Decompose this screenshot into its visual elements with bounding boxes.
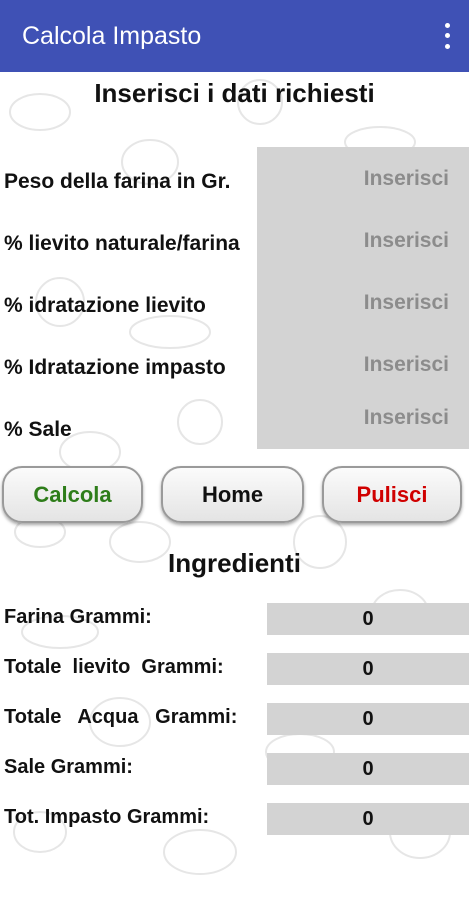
result-label-yeast: Totale lievito Grammi:	[4, 656, 224, 678]
result-value-flour: 0	[267, 603, 469, 635]
more-vert-icon[interactable]	[437, 20, 457, 52]
result-value-water: 0	[267, 703, 469, 735]
result-value-total-dough: 0	[267, 803, 469, 835]
field-label-yeast-percent: % lievito naturale/farina	[4, 232, 240, 255]
calcola-button-label: Calcola	[33, 481, 112, 507]
home-button-label: Home	[201, 481, 264, 507]
form-heading: Inserisci i dati richiesti	[94, 78, 375, 108]
pulisci-button-label: Pulisci	[356, 481, 428, 507]
result-value-salt: 0	[267, 753, 469, 785]
yeast-percent-input[interactable]	[257, 216, 469, 266]
results-heading: Ingredienti	[168, 548, 301, 578]
result-value-yeast: 0	[267, 653, 469, 685]
result-label-salt: Sale Grammi:	[4, 756, 133, 778]
field-label-dough-hydration: % Idratazione impasto	[4, 356, 226, 379]
app-bar: Calcola Impasto	[0, 0, 469, 72]
field-label-salt: % Sale	[4, 418, 72, 441]
main-content: Inserisci i dati richiesti Peso della fa…	[0, 72, 469, 900]
result-label-flour: Farina Grammi:	[4, 606, 152, 628]
dough-hydration-input[interactable]	[257, 340, 469, 390]
app-title: Calcola Impasto	[22, 21, 202, 50]
field-label-yeast-hydration: % idratazione lievito	[4, 294, 206, 317]
yeast-hydration-input[interactable]	[257, 278, 469, 328]
flour-weight-input[interactable]	[257, 154, 469, 204]
result-label-water: Totale Acqua Grammi:	[4, 706, 238, 728]
calcola-button[interactable]: Calcola	[2, 466, 143, 523]
result-label-total-dough: Tot. Impasto Grammi:	[4, 806, 210, 828]
salt-percent-input[interactable]	[257, 393, 469, 443]
pulisci-button[interactable]: Pulisci	[322, 466, 462, 523]
home-button[interactable]: Home	[161, 466, 304, 523]
field-label-flour-weight: Peso della farina in Gr.	[4, 170, 231, 193]
